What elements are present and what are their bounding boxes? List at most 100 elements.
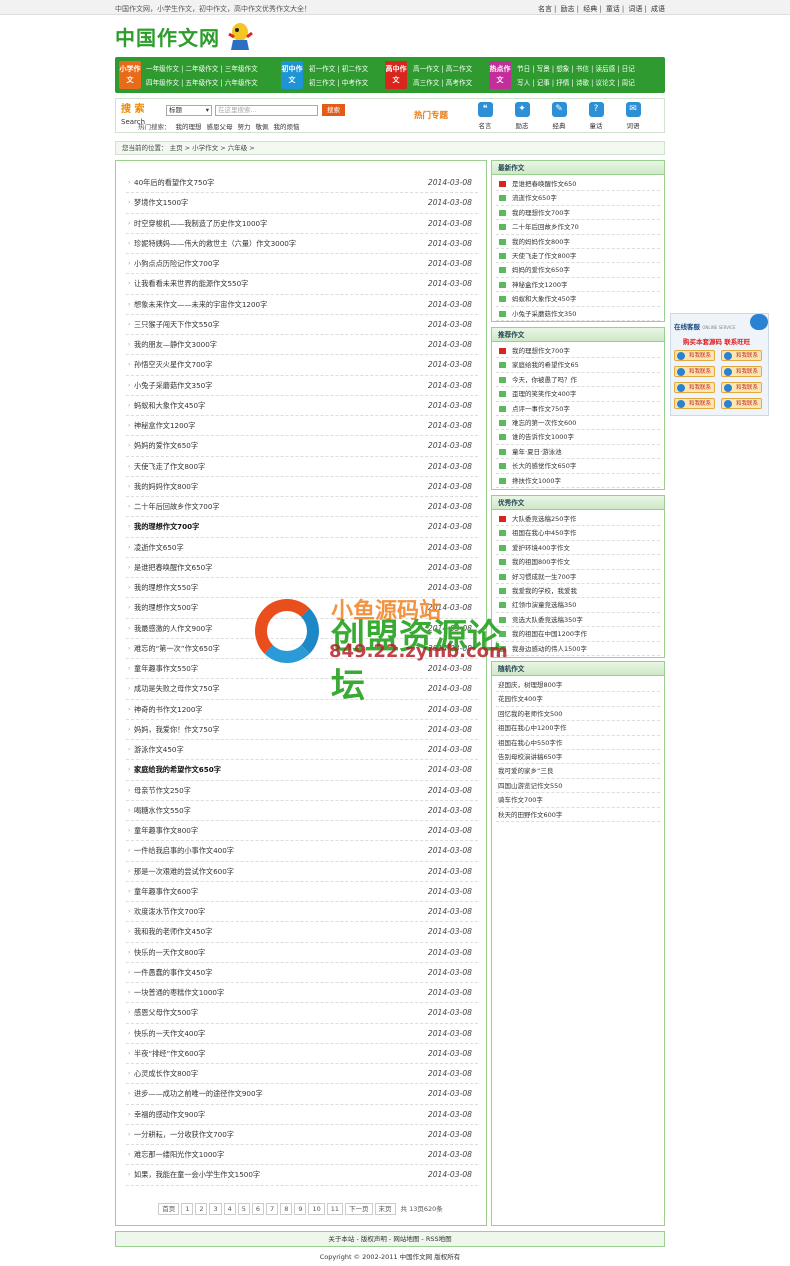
article-title-link[interactable]: 喝糖水作文550字 [134, 801, 191, 821]
pager-next[interactable]: 下一页 [345, 1203, 373, 1215]
pager-last[interactable]: 末页 [374, 1203, 396, 1215]
article-title-link[interactable]: 成功是失败之母作文750字 [134, 679, 220, 699]
article-title-link[interactable]: 我最感激的人作文900字 [134, 619, 212, 639]
article-title-link[interactable]: 我的朋友—静作文3000字 [134, 335, 217, 355]
nav-block-high[interactable]: 高中作文 [385, 61, 407, 89]
pager-page[interactable]: 7 [266, 1203, 279, 1215]
sidebar-item[interactable]: 告别母校演讲稿650字 [496, 750, 660, 765]
article-title-link[interactable]: 一件给我启事的小事作文400字 [134, 841, 234, 861]
article-title-link[interactable]: 童年趣事作文600字 [134, 882, 198, 902]
sidebar-item[interactable]: 是谁把春唤醒作文650 [496, 177, 660, 192]
sidebar-item[interactable]: 今天，你被愚了吗？作 [496, 373, 660, 388]
nav-block-middle[interactable]: 初中作文 [281, 61, 303, 89]
nav-block-primary[interactable]: 小学作文 [119, 61, 141, 89]
nav-link[interactable]: 诗歌 [576, 79, 589, 87]
article-title-link[interactable]: 游泳作文450字 [134, 740, 184, 760]
sidebar-item[interactable]: 流逝作文650字 [496, 191, 660, 206]
contact-button[interactable]: 和我联系 [721, 382, 762, 393]
topic-lizhi[interactable]: ✦ 励志 [511, 102, 533, 130]
pager-page[interactable]: 2 [195, 1203, 208, 1215]
article-title-link[interactable]: 欢度泼水节作文700字 [134, 902, 205, 922]
sidebar-item[interactable]: 回忆我的老师作文500 [496, 707, 660, 722]
sidebar-item[interactable]: 天使飞走了作文800字 [496, 249, 660, 264]
hot-search-link[interactable]: 我的理想 [176, 123, 202, 131]
pager-first[interactable]: 首页 [158, 1203, 180, 1215]
topic-ciyu[interactable]: ✉ 词语 [622, 102, 644, 130]
top-link-ciyu[interactable]: 词语 [628, 5, 642, 13]
top-link-lizhi[interactable]: 励志 [561, 5, 575, 13]
contact-button[interactable]: 和我联系 [674, 398, 715, 409]
article-title-link[interactable]: 我的理想作文700字 [134, 517, 199, 537]
article-title-link[interactable]: 是谁把春唤醒作文650字 [134, 558, 212, 578]
article-title-link[interactable]: 孙悟空灭火星作文700字 [134, 355, 212, 375]
sidebar-item[interactable]: 谁的告诉作文1000字 [496, 430, 660, 445]
nav-link[interactable]: 高一作文 [413, 65, 439, 73]
nav-link[interactable]: 周记 [622, 79, 635, 87]
topic-jingdian[interactable]: ✎ 经典 [548, 102, 570, 130]
article-title-link[interactable]: 蚂蚁和大象作文450字 [134, 396, 205, 416]
nav-link[interactable]: 初一作文 [309, 65, 335, 73]
nav-link[interactable]: 书信 [576, 65, 589, 73]
search-input[interactable]: 在这里搜索... [215, 105, 318, 116]
sidebar-item[interactable]: 秋天的田野作文600字 [496, 808, 660, 822]
article-title-link[interactable]: 母亲节作文250字 [134, 781, 191, 801]
sidebar-item[interactable]: 童年·夏日·游泳池 [496, 445, 660, 460]
sidebar-item[interactable]: 我的祖国800字作文 [496, 555, 660, 570]
article-title-link[interactable]: 快乐的一天作文400字 [134, 1024, 205, 1044]
article-title-link[interactable]: 神奇的书作文1200字 [134, 700, 203, 720]
sidebar-item[interactable]: 祖国在我心中450字作 [496, 526, 660, 541]
pager-page[interactable]: 6 [251, 1203, 265, 1215]
sidebar-item[interactable]: 好习惯成就一生700字 [496, 570, 660, 584]
hot-search-link[interactable]: 我的烦恼 [274, 123, 300, 131]
article-title-link[interactable]: 快乐的一天作文800字 [134, 943, 205, 963]
contact-button[interactable]: 和我联系 [674, 350, 715, 361]
article-title-link[interactable]: 二十年后回故乡作文700字 [134, 497, 220, 517]
article-title-link[interactable]: 家庭给我的希望作文650字 [134, 760, 221, 780]
article-title-link[interactable]: 让我看看未来世界的能源作文550字 [134, 274, 248, 294]
pager-page[interactable]: 5 [237, 1203, 250, 1215]
article-title-link[interactable]: 我和我的老师作文450字 [134, 922, 212, 942]
nav-link[interactable]: 读后感 [595, 65, 615, 73]
nav-link[interactable]: 高三作文 [413, 79, 439, 87]
nav-link[interactable]: 抒情 [556, 79, 569, 87]
sidebar-item[interactable]: 我的理想作文700字 [496, 344, 660, 359]
nav-link[interactable]: 节日 [517, 65, 530, 73]
sidebar-item[interactable]: 祖国在我心中550字作 [496, 736, 660, 750]
sidebar-item[interactable]: 二十年后回故乡作文70 [496, 220, 660, 235]
sidebar-item[interactable]: 神秘盒作文1200字 [496, 278, 660, 293]
nav-link[interactable]: 写人 [517, 79, 530, 87]
contact-button[interactable]: 和我联系 [674, 382, 715, 393]
article-title-link[interactable]: 梦境作文1500字 [134, 193, 188, 213]
sidebar-item[interactable]: 歪理的笑笑作文400字 [496, 387, 660, 402]
footer-links[interactable]: 关于本站 - 版权声明 - 网站地图 - RSS地图 [115, 1231, 665, 1247]
top-link-chengyu[interactable]: 成语 [651, 5, 665, 13]
article-title-link[interactable]: 如果，我能在童一会小学生作文1500字 [134, 1165, 260, 1185]
topic-tonghua[interactable]: ? 童话 [585, 102, 607, 130]
nav-link[interactable]: 初二作文 [342, 65, 368, 73]
sidebar-item[interactable]: 蚂蚁和大象作文450字 [496, 292, 660, 307]
nav-link[interactable]: 议论文 [595, 79, 615, 87]
hot-search-link[interactable]: 努力 [238, 123, 251, 131]
article-title-link[interactable]: 时空穿梭机——我制造了历史作文1000字 [134, 214, 267, 234]
nav-link[interactable]: 六年级作文 [225, 79, 258, 87]
sidebar-item[interactable]: 搀扶作文1000字 [496, 474, 660, 488]
sidebar-item[interactable]: 小兔子采蘑菇作文350 [496, 307, 660, 321]
hot-search-link[interactable]: 敬佩 [256, 123, 269, 131]
sidebar-item[interactable]: 大队委竞选稿250字作 [496, 512, 660, 527]
nav-link[interactable]: 记事 [537, 79, 550, 87]
topic-mingyan[interactable]: ❝ 名言 [474, 102, 496, 130]
nav-link[interactable]: 三年级作文 [225, 65, 258, 73]
sidebar-item[interactable]: 妈妈的爱作文650字 [496, 263, 660, 278]
sidebar-item[interactable]: 骑车作文700字 [496, 793, 660, 808]
article-title-link[interactable]: 妈妈，我爱你！作文750字 [134, 720, 220, 740]
article-title-link[interactable]: 一件愚蠢的事作文450字 [134, 963, 212, 983]
pager-page[interactable]: 8 [280, 1203, 293, 1215]
nav-link[interactable]: 日记 [622, 65, 635, 73]
article-title-link[interactable]: 三只猴子闯天下作文550字 [134, 315, 220, 335]
sidebar-item[interactable]: 家庭给我的希望作文65 [496, 358, 660, 373]
article-title-link[interactable]: 神秘盒作文1200字 [134, 416, 195, 436]
sidebar-item[interactable]: 难忘的第一次作文600 [496, 416, 660, 431]
top-link-tonghua[interactable]: 童话 [606, 5, 620, 13]
article-title-link[interactable]: 小兔子采蘑菇作文350字 [134, 376, 212, 396]
pager-page[interactable]: 3 [209, 1203, 222, 1215]
